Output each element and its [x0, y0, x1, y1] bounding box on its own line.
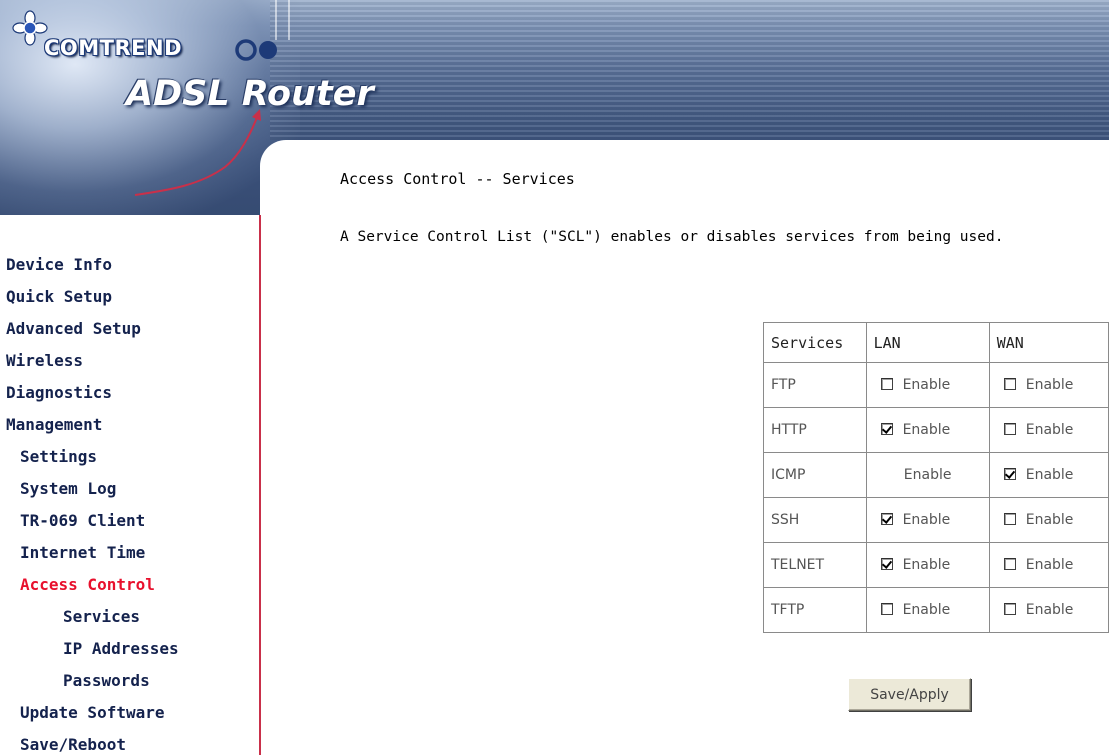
table-row: FTP Enable Enable: [764, 363, 1109, 408]
wan-enable-checkbox[interactable]: [1003, 423, 1016, 435]
brand-logo-text: COMTREND: [44, 36, 183, 60]
table-row: TELNET Enable Enable: [764, 543, 1109, 588]
save-apply-button[interactable]: Save/Apply: [848, 678, 971, 711]
wan-enable-checkbox[interactable]: [1003, 513, 1016, 525]
lan-enable-label: Enable: [902, 422, 951, 438]
sidebar-item-services[interactable]: Services: [63, 601, 140, 633]
lan-enable-label: Enable: [902, 377, 951, 393]
sidebar-item-ip-addresses[interactable]: IP Addresses: [63, 633, 179, 665]
wan-enable-checkbox[interactable]: [1003, 558, 1016, 570]
table-row: SSH Enable Enable: [764, 498, 1109, 543]
table-row: HTTP Enable Enable: [764, 408, 1109, 453]
lan-enable-checkbox[interactable]: [880, 378, 893, 390]
sidebar-item-quick-setup[interactable]: Quick Setup: [6, 281, 112, 313]
lan-enable-label: Enable: [902, 602, 951, 618]
wan-enable-label: Enable: [1025, 422, 1074, 438]
lan-enable-checkbox[interactable]: [880, 423, 893, 435]
wan-enable-label: Enable: [1025, 512, 1074, 528]
lan-enable-checkbox[interactable]: [880, 603, 893, 615]
banner-stripes: [270, 0, 1109, 140]
page-title: Access Control -- Services: [340, 170, 575, 188]
table-row: ICMP Enable Enable: [764, 453, 1109, 498]
wan-enable-cell: Enable: [989, 498, 1109, 543]
wan-enable-cell: Enable: [989, 453, 1109, 498]
table-header-row: Services LAN WAN: [764, 323, 1109, 363]
sidebar-item-internet-time[interactable]: Internet Time: [20, 537, 145, 569]
lan-enable-label: Enable: [903, 467, 952, 483]
wan-enable-label: Enable: [1025, 377, 1074, 393]
lan-enable-checkbox[interactable]: [880, 513, 893, 525]
service-name-cell: SSH: [764, 498, 867, 543]
services-table-body: FTP Enable Enable HTTP Enable Enable ICMP Enabl…: [764, 363, 1109, 633]
sidebar-item-device-info[interactable]: Device Info: [6, 249, 112, 281]
service-name-cell: TELNET: [764, 543, 867, 588]
column-header-lan: LAN: [866, 323, 990, 363]
wan-enable-cell: Enable: [989, 588, 1109, 633]
lan-enable-cell: Enable: [866, 408, 990, 453]
lan-enable-cell: Enable: [866, 363, 990, 408]
wan-enable-cell: Enable: [989, 408, 1109, 453]
wan-enable-checkbox[interactable]: [1003, 378, 1016, 390]
service-name-cell: TFTP: [764, 588, 867, 633]
sidebar-item-diagnostics[interactable]: Diagnostics: [6, 377, 112, 409]
sidebar-item-settings[interactable]: Settings: [20, 441, 97, 473]
sidebar-item-management[interactable]: Management: [6, 409, 102, 441]
sidebar-item-update-software[interactable]: Update Software: [20, 697, 165, 729]
wan-enable-label: Enable: [1025, 557, 1074, 573]
wan-enable-label: Enable: [1025, 602, 1074, 618]
wan-enable-label: Enable: [1025, 467, 1074, 483]
sidebar-item-wireless[interactable]: Wireless: [6, 345, 83, 377]
wan-enable-cell: Enable: [989, 363, 1109, 408]
service-name-cell: FTP: [764, 363, 867, 408]
column-header-services: Services: [764, 323, 867, 363]
lan-enable-label: Enable: [902, 512, 951, 528]
lan-enable-checkbox[interactable]: [880, 558, 893, 570]
sidebar: Device Info Quick Setup Advanced Setup W…: [0, 215, 261, 755]
lan-enable-cell: Enable: [866, 498, 990, 543]
service-name-cell: HTTP: [764, 408, 867, 453]
sidebar-item-access-control[interactable]: Access Control: [20, 569, 155, 601]
sidebar-item-advanced-setup[interactable]: Advanced Setup: [6, 313, 141, 345]
lan-enable-label: Enable: [902, 557, 951, 573]
service-name-cell: ICMP: [764, 453, 867, 498]
column-header-wan: WAN: [989, 323, 1109, 363]
sidebar-item-system-log[interactable]: System Log: [20, 473, 116, 505]
wan-enable-checkbox[interactable]: [1003, 603, 1016, 615]
wan-enable-cell: Enable: [989, 543, 1109, 588]
banner-line: [288, 0, 290, 40]
sidebar-item-tr069-client[interactable]: TR-069 Client: [20, 505, 145, 537]
brand-circles-icon: [235, 39, 277, 61]
lan-enable-cell: Enable: [866, 543, 990, 588]
table-row: TFTP Enable Enable: [764, 588, 1109, 633]
sidebar-item-save-reboot[interactable]: Save/Reboot: [20, 729, 126, 755]
sidebar-item-passwords[interactable]: Passwords: [63, 665, 150, 697]
services-table: Services LAN WAN FTP Enable Enable HTTP Enab…: [763, 322, 1109, 633]
swoosh-graphic: [134, 109, 261, 196]
page-description: A Service Control List ("SCL") enables o…: [340, 229, 1004, 245]
lan-enable-cell: Enable: [866, 453, 990, 498]
wan-enable-checkbox[interactable]: [1003, 468, 1016, 480]
banner-line: [275, 0, 277, 40]
lan-enable-cell: Enable: [866, 588, 990, 633]
